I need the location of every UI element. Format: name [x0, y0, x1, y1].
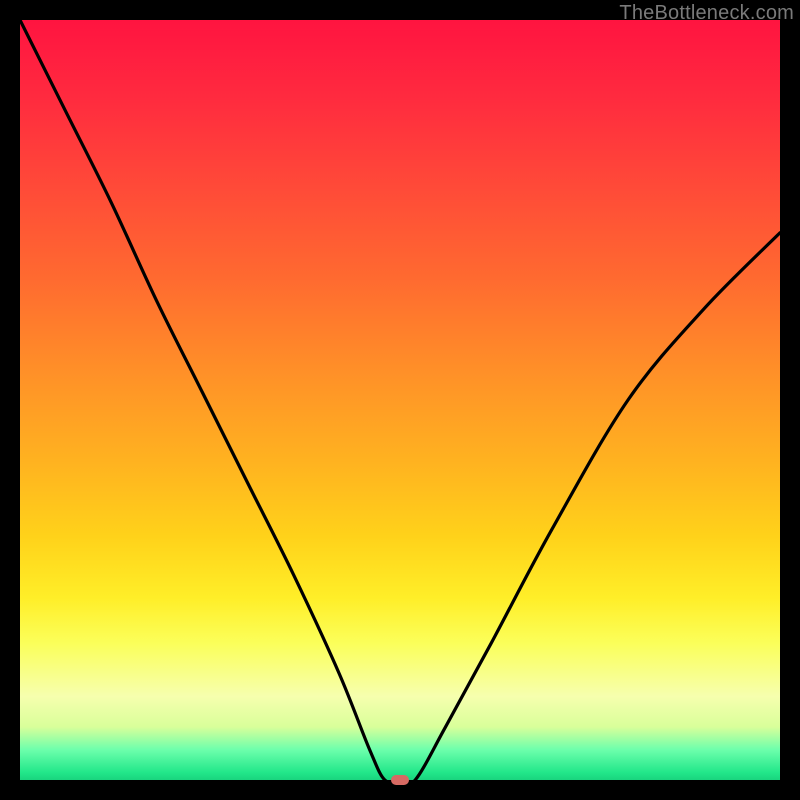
plot-area: [20, 20, 780, 780]
chart-stage: TheBottleneck.com: [0, 0, 800, 800]
curve-minimum-marker: [391, 775, 409, 785]
bottleneck-curve: [20, 20, 780, 780]
